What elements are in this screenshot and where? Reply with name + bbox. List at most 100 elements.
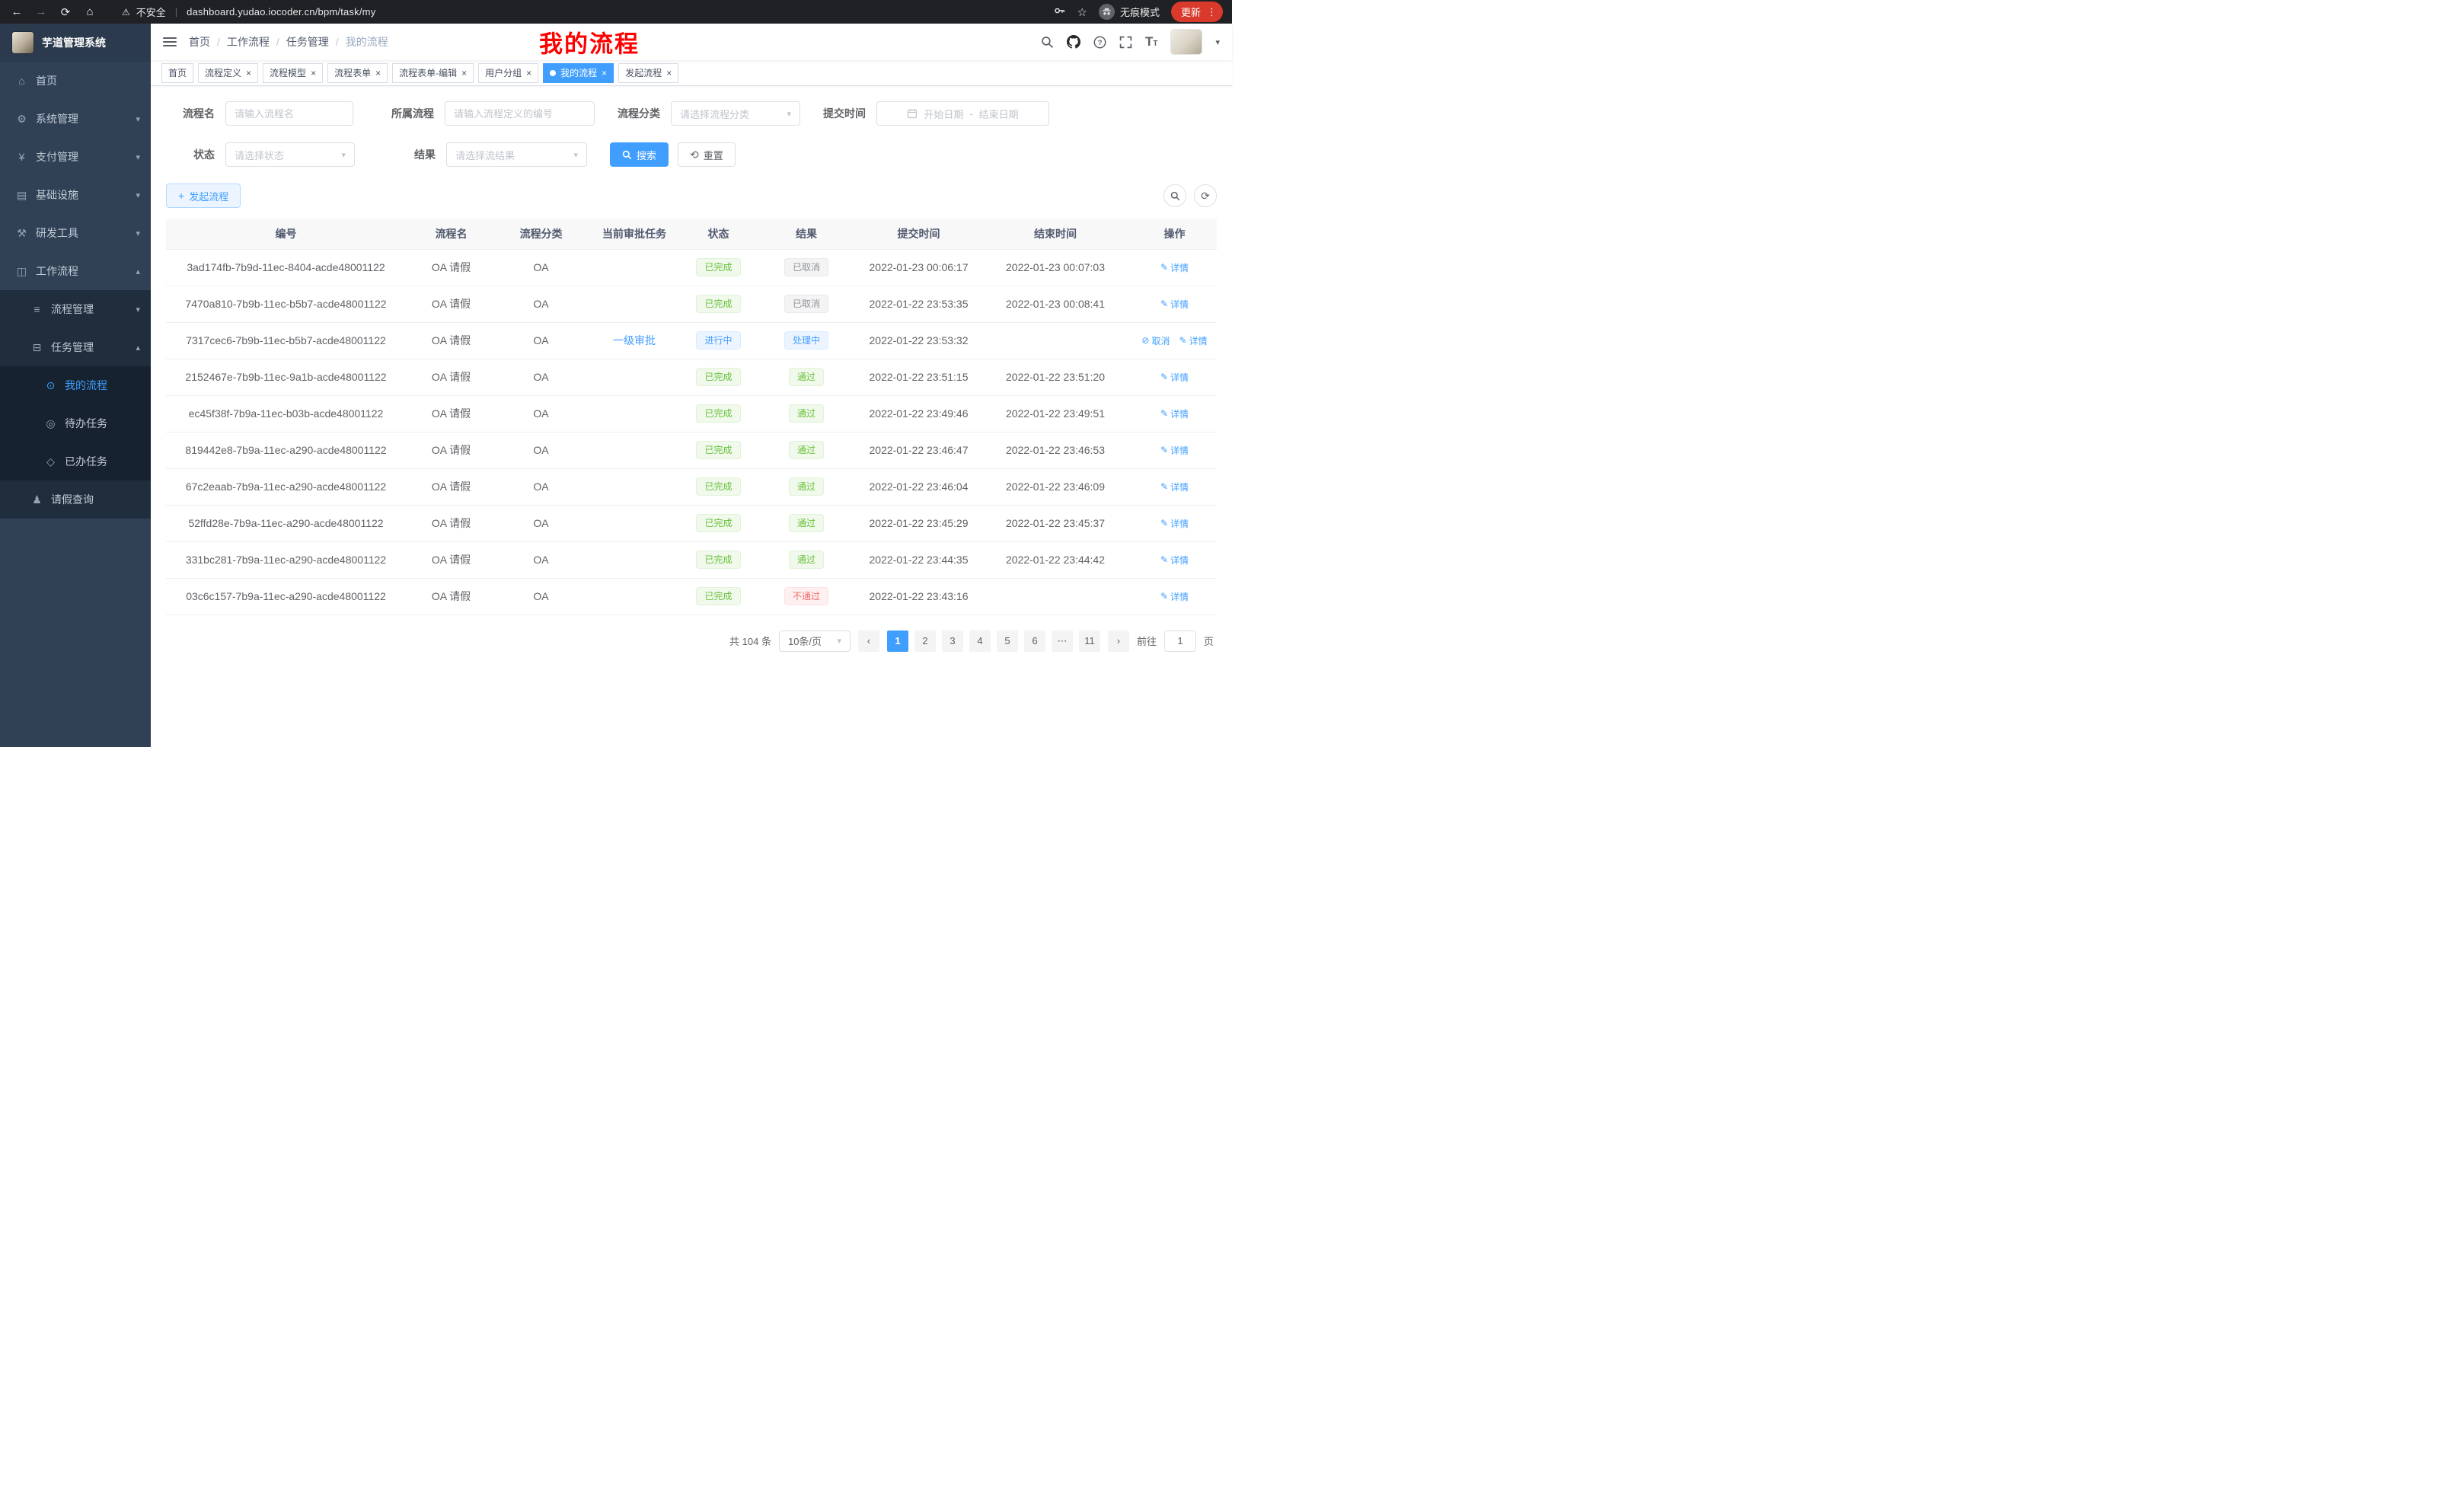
row-action-detail[interactable]: ✎详情	[1160, 407, 1189, 420]
toggle-search-button[interactable]	[1163, 184, 1186, 207]
submit-time-cell: 2022-01-23 00:06:17	[859, 249, 978, 286]
close-icon[interactable]: ×	[602, 69, 607, 78]
sidebar-item-label: 首页	[36, 73, 140, 88]
tab-user-group[interactable]: 用户分组×	[478, 63, 538, 83]
refresh-table-button[interactable]: ⟳	[1194, 184, 1217, 207]
reload-icon[interactable]: ⟳	[58, 5, 73, 19]
sidebar-toggle-icon[interactable]	[163, 37, 177, 46]
browser-home-icon[interactable]: ⌂	[82, 5, 97, 18]
close-icon[interactable]: ×	[526, 69, 531, 78]
tab-start-process[interactable]: 发起流程×	[618, 63, 678, 83]
page-button[interactable]: 5	[997, 630, 1018, 652]
current-task-link[interactable]: 一级审批	[613, 333, 656, 348]
row-action-detail[interactable]: ✎详情	[1160, 371, 1189, 384]
sidebar-item-leave-query[interactable]: ♟请假查询	[0, 480, 151, 519]
row-action-detail[interactable]: ✎详情	[1160, 554, 1189, 567]
close-icon[interactable]: ×	[666, 69, 672, 78]
sidebar-item-task-mgmt[interactable]: ⊟任务管理▴	[0, 328, 151, 366]
password-key-icon[interactable]	[1054, 5, 1066, 19]
user-avatar[interactable]	[1170, 29, 1202, 55]
tab-my-process[interactable]: 我的流程×	[543, 63, 614, 83]
sidebar-item-done-tasks[interactable]: ◇已办任务	[0, 442, 151, 480]
github-icon[interactable]	[1067, 35, 1080, 49]
page-button[interactable]: 11	[1079, 630, 1100, 652]
sidebar-item-todo-tasks[interactable]: ◎待办任务	[0, 404, 151, 442]
definition-input-field[interactable]	[454, 108, 586, 120]
search-button[interactable]: 搜索	[610, 142, 669, 167]
process-name-input-field[interactable]	[235, 108, 344, 120]
process-table: 编号流程名流程分类当前审批任务状态结果提交时间结束时间操作 3ad174fb-7…	[166, 219, 1217, 615]
sidebar-item-system[interactable]: ⚙系统管理▾	[0, 100, 151, 138]
pager-pages: 123456⋯11	[887, 630, 1100, 652]
start-process-button[interactable]: + 发起流程	[166, 184, 241, 208]
breadcrumb-item[interactable]: 任务管理	[286, 34, 329, 49]
address-bar[interactable]: ⚠ 不安全 | dashboard.yudao.iocoder.cn/bpm/t…	[122, 5, 1054, 19]
help-icon[interactable]: ?	[1093, 36, 1106, 49]
sidebar-item-my-process[interactable]: ⊙我的流程	[0, 366, 151, 404]
forward-icon[interactable]: →	[34, 5, 49, 18]
close-icon[interactable]: ×	[246, 69, 251, 78]
close-icon[interactable]: ×	[375, 69, 381, 78]
status-cell: 已完成	[683, 249, 754, 286]
tab-home[interactable]: 首页	[161, 63, 193, 83]
status-select[interactable]: 请选择状态 ▾	[225, 142, 355, 167]
page-button[interactable]: 3	[942, 630, 963, 652]
close-icon[interactable]: ×	[311, 69, 316, 78]
category-select[interactable]: 请选择流程分类 ▾	[671, 101, 800, 126]
goto-page-input[interactable]	[1164, 630, 1196, 652]
row-action-detail[interactable]: ✎详情	[1160, 444, 1189, 457]
tab-process-form-edit[interactable]: 流程表单-编辑×	[392, 63, 474, 83]
end-time-cell: 2022-01-22 23:46:09	[978, 468, 1132, 505]
row-action-detail[interactable]: ✎详情	[1160, 261, 1189, 274]
chevron-down-icon: ▾	[136, 305, 140, 314]
page-button[interactable]: 4	[969, 630, 991, 652]
fullscreen-icon[interactable]	[1119, 36, 1132, 49]
sidebar-item-payment[interactable]: ¥支付管理▾	[0, 138, 151, 176]
bookmark-star-icon[interactable]: ☆	[1077, 5, 1087, 19]
prev-page-button[interactable]: ‹	[858, 630, 879, 652]
next-page-button[interactable]: ›	[1108, 630, 1129, 652]
tab-process-definition[interactable]: 流程定义×	[198, 63, 258, 83]
result-select[interactable]: 请选择流结果 ▾	[446, 142, 587, 167]
row-action-cancel[interactable]: ⊘取消	[1141, 334, 1170, 347]
update-button[interactable]: 更新 ⋮	[1171, 2, 1223, 22]
row-action-detail[interactable]: ✎详情	[1179, 334, 1208, 347]
avatar-caret-down-icon[interactable]: ▾	[1215, 37, 1220, 47]
page-button[interactable]: 6	[1024, 630, 1045, 652]
back-icon[interactable]: ←	[9, 5, 24, 18]
row-action-detail[interactable]: ✎详情	[1160, 517, 1189, 530]
check-icon: ◇	[44, 455, 57, 468]
sidebar-item-process-mgmt[interactable]: ≡流程管理▾	[0, 290, 151, 328]
tab-process-form[interactable]: 流程表单×	[327, 63, 388, 83]
result-badge: 通过	[789, 368, 824, 387]
current-task-cell	[586, 432, 683, 468]
row-action-detail[interactable]: ✎详情	[1160, 480, 1189, 493]
breadcrumb-item[interactable]: 首页	[189, 34, 210, 49]
row-action-detail[interactable]: ✎详情	[1160, 590, 1189, 603]
page-size-select[interactable]: 10条/页 ▾	[779, 630, 851, 652]
process-name-input[interactable]	[225, 101, 353, 126]
sidebar-item-infrastructure[interactable]: ▤基础设施▾	[0, 176, 151, 214]
date-range-picker[interactable]: 开始日期 - 结束日期	[876, 101, 1049, 126]
process-name-cell: OA 请假	[406, 505, 496, 541]
sidebar-item-label: 任务管理	[51, 340, 136, 355]
font-size-icon[interactable]: TT	[1145, 34, 1158, 49]
tab-process-model[interactable]: 流程模型×	[263, 63, 323, 83]
status-cell: 已完成	[683, 286, 754, 322]
reset-button[interactable]: ⟲ 重置	[678, 142, 736, 167]
page-button[interactable]: 1	[887, 630, 908, 652]
status-cell: 已完成	[683, 505, 754, 541]
result-badge: 已取消	[784, 295, 828, 314]
sidebar-item-workflow[interactable]: ◫工作流程▴	[0, 252, 151, 290]
definition-input[interactable]	[445, 101, 595, 126]
close-icon[interactable]: ×	[461, 69, 467, 78]
sidebar-logo[interactable]: 芋道管理系统	[0, 24, 151, 62]
breadcrumb-item[interactable]: 工作流程	[227, 34, 270, 49]
header-search-icon[interactable]	[1041, 36, 1054, 49]
sidebar-item-devtools[interactable]: ⚒研发工具▾	[0, 214, 151, 252]
row-action-detail[interactable]: ✎详情	[1160, 298, 1189, 311]
page-button[interactable]: 2	[914, 630, 936, 652]
end-time-cell: 2022-01-22 23:51:20	[978, 359, 1132, 395]
sidebar-item-home[interactable]: ⌂首页	[0, 62, 151, 100]
browser-menu-icon[interactable]: ⋮	[1207, 6, 1217, 18]
